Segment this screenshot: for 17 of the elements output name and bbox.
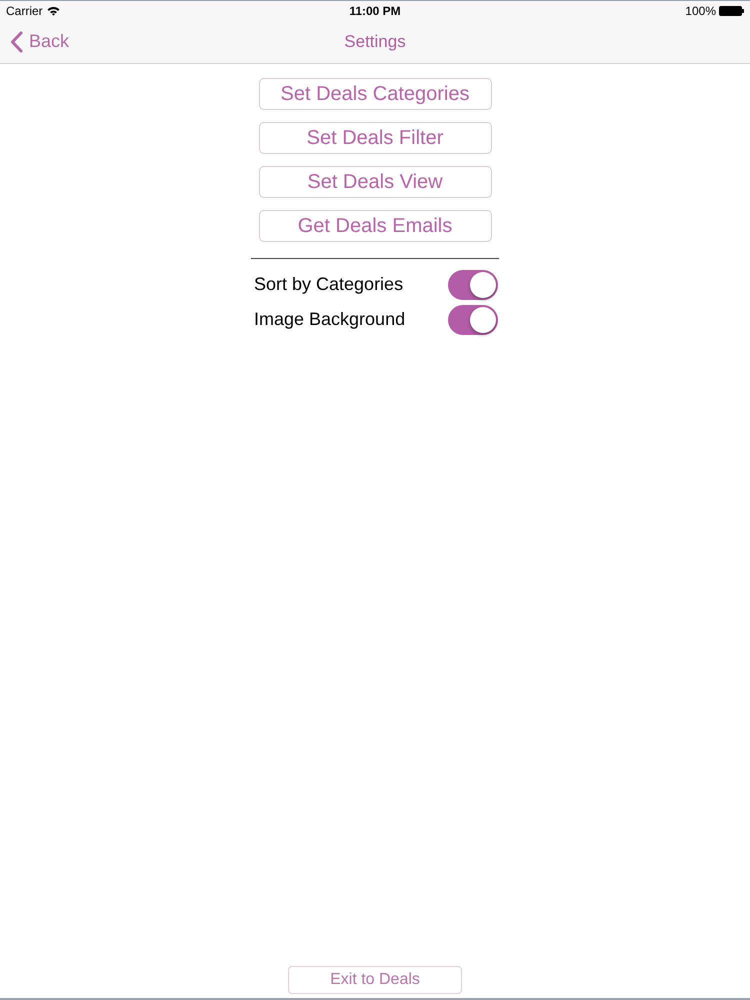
battery-percentage: 100% xyxy=(685,2,716,20)
menu-button[interactable]: Set Deals View xyxy=(258,166,492,198)
toggle-label: Sort by Categories xyxy=(254,273,404,296)
chevron-left-icon xyxy=(10,30,23,52)
toggle-switch[interactable] xyxy=(448,270,498,300)
menu-button[interactable]: Set Deals Categories xyxy=(258,78,492,110)
battery-icon xyxy=(719,6,744,16)
back-button[interactable]: Back xyxy=(10,28,70,55)
menu-button[interactable]: Get Deals Emails xyxy=(258,210,492,242)
clock-time: 11:00 PM xyxy=(349,2,401,20)
screen-title: Settings xyxy=(344,30,406,53)
toggle-switch[interactable] xyxy=(448,304,498,334)
carrier-label: Carrier xyxy=(6,2,43,20)
toggle-label: Image Background xyxy=(254,308,406,331)
exit-button[interactable]: Exit to Deals xyxy=(288,966,462,994)
menu-button[interactable]: Set Deals Filter xyxy=(258,122,492,154)
wifi-icon xyxy=(46,6,60,16)
